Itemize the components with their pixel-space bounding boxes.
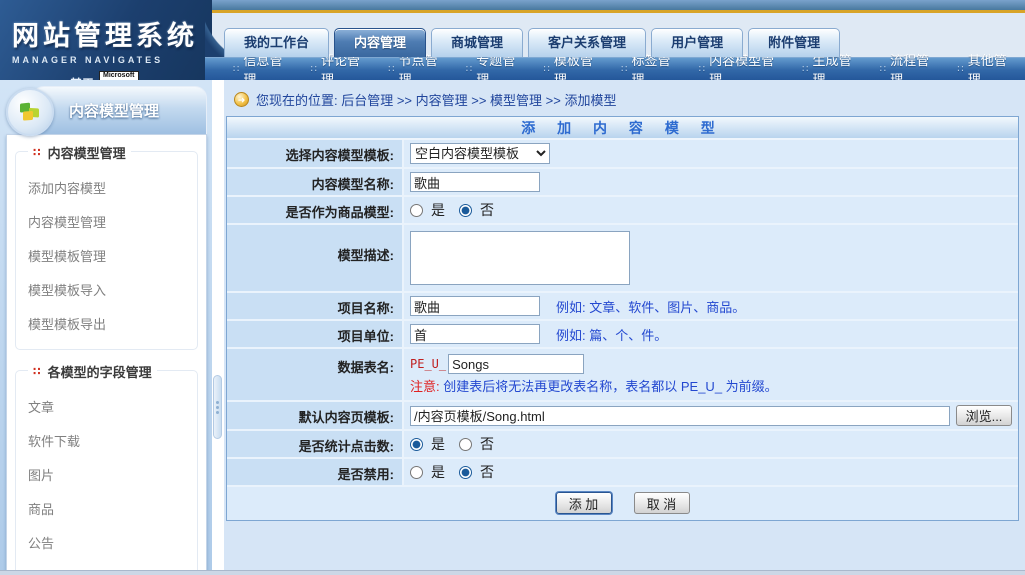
sidebar-item-product[interactable]: 商品 bbox=[22, 492, 191, 526]
item-name-hint: 例如: 文章、软件、图片、商品。 bbox=[556, 297, 745, 316]
dots-icon: ∷ bbox=[621, 64, 627, 75]
based-on-label: 基于 bbox=[70, 75, 94, 80]
sidebar-item-article[interactable]: 文章 bbox=[22, 390, 191, 424]
tab-user-management[interactable]: 用户管理 bbox=[651, 28, 743, 57]
tab-my-workbench[interactable]: 我的工作台 bbox=[224, 28, 329, 57]
tab-mall-management[interactable]: 商城管理 bbox=[431, 28, 523, 57]
sidebar-splitter bbox=[212, 80, 224, 570]
add-content-model-form: 添 加 内 容 模 型 选择内容模型模板: 空白内容模型模板 内容模型名称: bbox=[226, 116, 1019, 521]
content-template-label: 默认内容页模板: bbox=[227, 402, 404, 429]
sidebar-group-legend: ∷ 内容模型管理 bbox=[28, 143, 131, 162]
sidebar-item-model-template-import[interactable]: 模型模板导入 bbox=[22, 273, 191, 307]
model-template-select[interactable]: 空白内容模型模板 bbox=[410, 143, 550, 164]
location-arrow-icon: ➜ bbox=[234, 92, 249, 107]
sidebar-item-picture[interactable]: 图片 bbox=[22, 458, 191, 492]
module-cube-icon bbox=[6, 88, 54, 136]
dots-icon: ∷ bbox=[466, 64, 472, 75]
splitter-handle[interactable] bbox=[213, 375, 222, 439]
submenu-bar: ∷信息管理 ∷评论管理 ∷节点管理 ∷专题管理 ∷模板管理 ∷标签管理 ∷内容模… bbox=[205, 57, 1025, 80]
disabled-yes-radio[interactable] bbox=[410, 466, 423, 479]
dots-icon: ∷ bbox=[311, 64, 317, 75]
sidebar-menu: ∷ 内容模型管理 添加内容模型 内容模型管理 模型模板管理 模型模板导入 模型模… bbox=[6, 134, 207, 575]
form-title: 添 加 内 容 模 型 bbox=[227, 117, 1018, 140]
breadcrumb: 您现在的位置: 后台管理 >> 内容管理 >> 模型管理 >> 添加模型 bbox=[256, 90, 616, 109]
red-dots-icon: ∷ bbox=[33, 365, 42, 378]
item-unit-input[interactable] bbox=[410, 324, 540, 344]
sidebar-item-add-content-model[interactable]: 添加内容模型 bbox=[22, 171, 191, 205]
item-name-label: 项目名称: bbox=[227, 293, 404, 319]
tab-attachment-management[interactable]: 附件管理 bbox=[748, 28, 840, 57]
table-name-input[interactable] bbox=[448, 354, 584, 374]
dots-icon: ∷ bbox=[699, 64, 705, 75]
table-prefix: PE_U_ bbox=[410, 357, 446, 371]
sidebar-header: 内容模型管理 bbox=[32, 86, 207, 134]
logo: 网站管理系统 MANAGER NAVIGATES 基于 Microsoft .n… bbox=[0, 0, 212, 80]
count-clicks-yes-radio[interactable] bbox=[410, 438, 423, 451]
browse-button[interactable]: 浏览... bbox=[956, 405, 1012, 426]
is-product-yes-radio[interactable] bbox=[410, 204, 423, 217]
top-tab-bar: 我的工作台 内容管理 商城管理 客户关系管理 用户管理 附件管理 bbox=[224, 26, 840, 57]
disabled-no-radio[interactable] bbox=[459, 466, 472, 479]
template-select-label: 选择内容模型模板: bbox=[227, 140, 404, 167]
item-name-input[interactable] bbox=[410, 296, 540, 316]
count-clicks-no-radio[interactable] bbox=[459, 438, 472, 451]
logo-subtitle: MANAGER NAVIGATES bbox=[12, 55, 212, 65]
dots-icon: ∷ bbox=[233, 64, 239, 75]
sidebar-item-content-model-manage[interactable]: 内容模型管理 bbox=[22, 205, 191, 239]
model-name-input[interactable] bbox=[410, 172, 540, 192]
description-label: 模型描述: bbox=[227, 225, 404, 291]
add-button[interactable]: 添 加 bbox=[556, 492, 612, 514]
gold-accent-line bbox=[190, 10, 1025, 13]
app-window: 网站管理系统 MANAGER NAVIGATES 基于 Microsoft .n… bbox=[0, 0, 1025, 575]
tab-crm[interactable]: 客户关系管理 bbox=[528, 28, 646, 57]
is-product-label: 是否作为商品模型: bbox=[227, 197, 404, 223]
dots-icon: ∷ bbox=[880, 64, 886, 75]
sidebar-group-field-manage: ∷ 各模型的字段管理 文章 软件下载 图片 商品 公告 友情链接 留言 bbox=[15, 370, 198, 575]
dots-icon: ∷ bbox=[544, 64, 550, 75]
main-content: ➜ 您现在的位置: 后台管理 >> 内容管理 >> 模型管理 >> 添加模型 添… bbox=[224, 80, 1025, 570]
dots-icon: ∷ bbox=[388, 64, 394, 75]
submenu-item-workflow[interactable]: ∷流程管理 bbox=[874, 50, 948, 80]
banner: 网站管理系统 MANAGER NAVIGATES 基于 Microsoft .n… bbox=[0, 0, 1025, 80]
sidebar-title: 内容模型管理 bbox=[69, 100, 159, 121]
table-note-warning: 注意: bbox=[410, 379, 440, 394]
sidebar: 内容模型管理 ∷ 内容模型管理 添加内容模型 内容模型管理 模型模板管理 模型模… bbox=[0, 80, 212, 570]
logo-title: 网站管理系统 bbox=[12, 14, 212, 53]
is-product-no-radio[interactable] bbox=[459, 204, 472, 217]
sidebar-item-model-template-manage[interactable]: 模型模板管理 bbox=[22, 239, 191, 273]
dots-icon: ∷ bbox=[802, 64, 808, 75]
item-unit-label: 项目单位: bbox=[227, 321, 404, 347]
model-name-label: 内容模型名称: bbox=[227, 169, 404, 195]
disabled-label: 是否禁用: bbox=[227, 459, 404, 485]
sidebar-item-announcement[interactable]: 公告 bbox=[22, 526, 191, 560]
sidebar-group-content-model: ∷ 内容模型管理 添加内容模型 内容模型管理 模型模板管理 模型模板导入 模型模… bbox=[15, 151, 198, 350]
submenu-item-other[interactable]: ∷其他管理 bbox=[951, 50, 1025, 80]
tab-content-management[interactable]: 内容管理 bbox=[334, 28, 426, 57]
item-unit-hint: 例如: 篇、个、件。 bbox=[556, 325, 667, 344]
bottom-edge bbox=[0, 570, 1025, 575]
count-clicks-label: 是否统计点击数: bbox=[227, 431, 404, 457]
sidebar-item-model-template-export[interactable]: 模型模板导出 bbox=[22, 307, 191, 341]
table-name-label: 数据表名: bbox=[227, 349, 404, 400]
dotnet-logo: Microsoft .net bbox=[99, 71, 139, 80]
sidebar-group-legend: ∷ 各模型的字段管理 bbox=[28, 362, 157, 381]
dots-icon: ∷ bbox=[957, 64, 963, 75]
breadcrumb-bar: ➜ 您现在的位置: 后台管理 >> 内容管理 >> 模型管理 >> 添加模型 bbox=[226, 86, 1019, 116]
sidebar-item-software-download[interactable]: 软件下载 bbox=[22, 424, 191, 458]
red-dots-icon: ∷ bbox=[33, 146, 42, 159]
table-note-text: 创建表后将无法再更改表名称，表名都以 PE_U_ 为前缀。 bbox=[443, 379, 777, 394]
model-description-textarea[interactable] bbox=[410, 231, 630, 285]
cancel-button[interactable]: 取 消 bbox=[634, 492, 690, 514]
content-template-input[interactable] bbox=[410, 406, 950, 426]
